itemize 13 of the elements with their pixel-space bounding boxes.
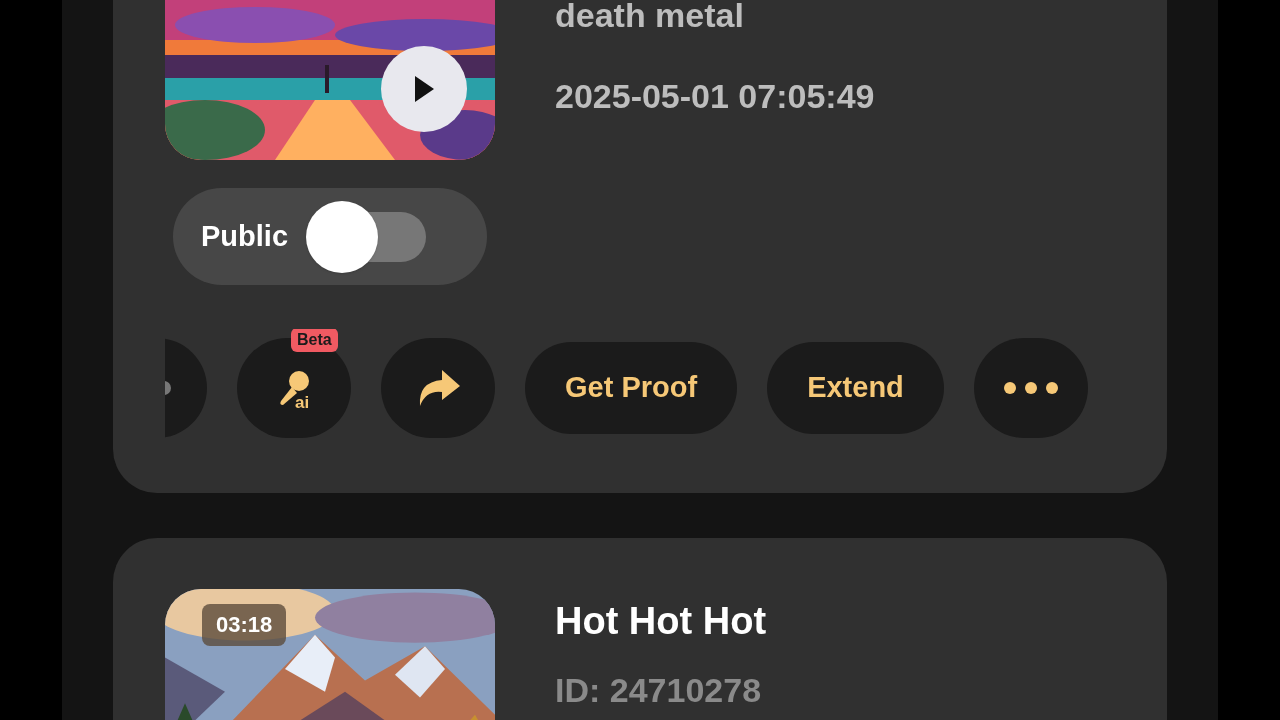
more-icon bbox=[1003, 382, 1058, 394]
duration-badge: 03:18 bbox=[202, 604, 287, 646]
song-title: Hot Hot Hot bbox=[555, 601, 767, 641]
public-switch[interactable] bbox=[306, 200, 426, 273]
play-icon bbox=[413, 75, 435, 103]
action-button[interactable]: Extend bbox=[767, 342, 944, 434]
song-style: death metal bbox=[555, 0, 745, 32]
song-id: ID: 24710278 bbox=[555, 672, 763, 708]
created-date: 2025-05-01 07:05:49 bbox=[555, 79, 875, 113]
toggle-label: Public bbox=[201, 218, 288, 254]
microphone-icon bbox=[277, 369, 311, 407]
action-button[interactable]: Get Proof bbox=[525, 342, 738, 434]
beta-badge: Beta bbox=[291, 329, 338, 352]
